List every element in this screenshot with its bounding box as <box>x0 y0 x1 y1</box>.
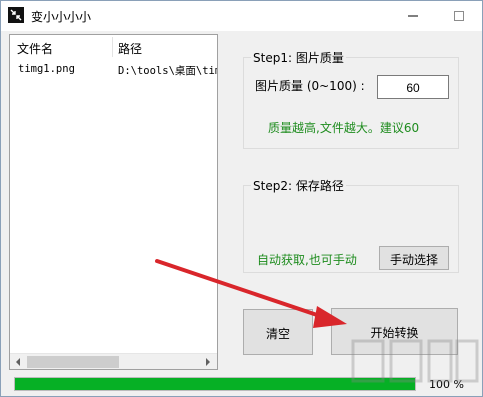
column-divider[interactable] <box>112 37 113 57</box>
scroll-left-button[interactable] <box>10 354 27 369</box>
clear-button[interactable]: 清空 <box>243 309 313 355</box>
app-window: 变小小小小 文件名 路径 timg1.png D:\tools\桌面\tim S… <box>0 0 483 397</box>
file-list-row[interactable]: timg1.png D:\tools\桌面\tim <box>10 62 217 80</box>
chevron-left-icon <box>16 358 20 366</box>
file-name-cell: timg1.png <box>18 63 75 75</box>
file-list[interactable]: 文件名 路径 timg1.png D:\tools\桌面\tim <box>9 34 218 370</box>
title-bar[interactable]: 变小小小小 <box>1 1 482 31</box>
maximize-icon <box>454 11 464 21</box>
scrollbar-thumb[interactable] <box>27 356 119 368</box>
step2-title: Step2: 保存路径 <box>251 177 346 194</box>
quality-input[interactable]: 60 <box>377 75 449 99</box>
column-header-filename[interactable]: 文件名 <box>17 40 53 57</box>
manual-select-button[interactable]: 手动选择 <box>379 246 449 270</box>
minimize-button[interactable] <box>390 1 436 31</box>
file-path-cell: D:\tools\桌面\tim <box>118 65 218 77</box>
minimize-icon <box>408 15 418 17</box>
quality-label: 图片质量 (0~100) : <box>255 79 365 93</box>
save-path-tip: 自动获取,也可手动 <box>257 253 357 267</box>
watermark-logo <box>351 339 479 383</box>
horizontal-scrollbar[interactable] <box>10 353 217 369</box>
maximize-button[interactable] <box>436 1 482 31</box>
chevron-right-icon <box>206 358 210 366</box>
scroll-right-button[interactable] <box>200 354 217 369</box>
column-header-path[interactable]: 路径 <box>118 40 142 57</box>
quality-tip: 质量越高,文件越大。建议60 <box>268 121 420 135</box>
compress-icon <box>8 7 24 23</box>
step1-title: Step1: 图片质量 <box>251 49 346 66</box>
file-list-header: 文件名 路径 <box>10 35 217 59</box>
window-title: 变小小小小 <box>31 10 92 24</box>
